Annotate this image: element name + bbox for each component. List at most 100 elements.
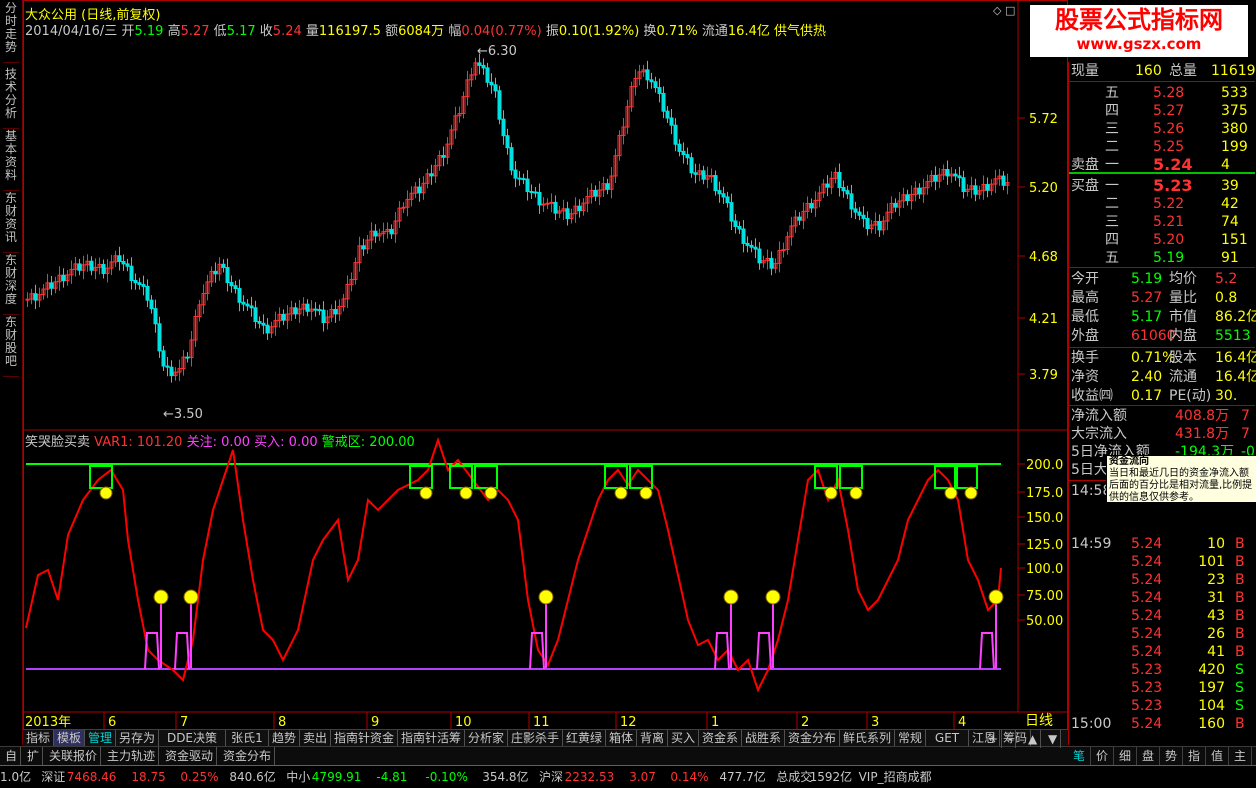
secondary-tab[interactable]: 资金驱动 bbox=[162, 747, 218, 765]
candle-body bbox=[605, 183, 610, 190]
indicator-tab[interactable]: GET bbox=[926, 730, 969, 746]
tick-row: 5.24 41 B bbox=[1069, 643, 1255, 661]
flow-row[interactable]: 大宗流入 431.8万 7 bbox=[1069, 425, 1255, 443]
stat-label: 收益㈣ bbox=[1071, 388, 1113, 404]
tab-depth[interactable]: 东财深度 bbox=[3, 254, 19, 315]
candlestick-chart[interactable]: 5.72 5.20 4.68 4.21 3.79 200.0 175.0 150.0 125.0… bbox=[23, 0, 1068, 742]
indicator-tab[interactable]: 张氏1 bbox=[226, 730, 269, 746]
price-axis-label: 3.79 bbox=[1029, 368, 1058, 383]
price-min-marker: ←3.50 bbox=[163, 407, 203, 422]
tick-volume: 160 bbox=[1198, 716, 1225, 732]
tick-row: 5.24 23 B bbox=[1069, 571, 1255, 589]
secondary-tab[interactable]: 资金分布 bbox=[220, 747, 276, 765]
candle-body bbox=[961, 177, 966, 192]
tick-volume: 23 bbox=[1207, 572, 1225, 588]
indicator-name[interactable]: 笑哭脸买卖 bbox=[25, 435, 90, 450]
bid-row[interactable]: 买盘一 5.23 39 bbox=[1069, 177, 1255, 195]
bid-volume: 91 bbox=[1221, 250, 1239, 266]
bid-level: 二 bbox=[1105, 196, 1119, 212]
smile-face-icon bbox=[183, 589, 199, 605]
bid-row[interactable]: 四 5.20 151 bbox=[1069, 231, 1255, 249]
turnover-value: 0.71% bbox=[656, 24, 698, 39]
scroll-button[interactable]: - bbox=[1005, 730, 1017, 748]
candle-body bbox=[505, 135, 510, 149]
smile-face-icon bbox=[765, 589, 781, 605]
indicator-tab[interactable]: DDE决策 bbox=[159, 730, 226, 746]
indicator-tab[interactable]: 资金系 bbox=[699, 730, 742, 746]
warning-signal bbox=[839, 465, 863, 489]
right-panel-tab[interactable]: 主 bbox=[1229, 747, 1252, 765]
flow-row[interactable]: 净流入额 408.8万 7 bbox=[1069, 407, 1255, 425]
diamond-icon[interactable]: ◇ bbox=[993, 4, 1001, 17]
indicator-tab[interactable]: 模板 bbox=[54, 730, 85, 746]
candle-body bbox=[165, 365, 170, 368]
right-panel-tab[interactable]: 笔 bbox=[1068, 747, 1091, 765]
indicator-tab[interactable]: 箱体 bbox=[606, 730, 637, 746]
bid-row[interactable]: 五 5.19 91 bbox=[1069, 249, 1255, 267]
tick-row: 5.24 43 B bbox=[1069, 607, 1255, 625]
ask-row[interactable]: 二 5.25 199 bbox=[1069, 138, 1255, 156]
right-panel-tab[interactable]: 细 bbox=[1114, 747, 1137, 765]
indicator-tab[interactable]: 指南针资金 bbox=[331, 730, 398, 746]
chart-area[interactable]: 5.72 5.20 4.68 4.21 3.79 200.0 175.0 150.0 125.0… bbox=[23, 0, 1068, 742]
ask-row[interactable]: 三 5.26 380 bbox=[1069, 120, 1255, 138]
indicator-tab[interactable]: 资金分布 bbox=[785, 730, 840, 746]
indicator-tab[interactable]: 背离 bbox=[637, 730, 668, 746]
secondary-tab[interactable]: 自 bbox=[2, 747, 22, 765]
scroll-button[interactable]: ▲ bbox=[1025, 730, 1042, 748]
tab-news[interactable]: 东财资讯 bbox=[3, 192, 19, 253]
secondary-tab[interactable]: 主力轨迹 bbox=[104, 747, 160, 765]
low-label: 低 bbox=[213, 24, 227, 39]
tab-fundamentals[interactable]: 基本资料 bbox=[3, 130, 19, 191]
tick-side: S bbox=[1235, 662, 1244, 678]
tab-intraday[interactable]: 分时走势 bbox=[3, 2, 19, 63]
secondary-tab[interactable]: 关联报价 bbox=[46, 747, 102, 765]
right-panel-tab[interactable]: 势 bbox=[1160, 747, 1183, 765]
indicator-tab[interactable]: 指标 bbox=[23, 730, 54, 746]
indicator-tab[interactable]: 买入 bbox=[668, 730, 699, 746]
indicator-tab[interactable]: 卖出 bbox=[300, 730, 331, 746]
indicator-tab[interactable]: 指南针活筹 bbox=[398, 730, 465, 746]
tab-technical[interactable]: 技术分析 bbox=[3, 68, 19, 129]
indicator-tab[interactable]: 鲜氏系列 bbox=[840, 730, 895, 746]
status-item: 7468.46 bbox=[66, 770, 117, 784]
maximize-icon[interactable]: □ bbox=[1005, 4, 1015, 17]
indicator-tab[interactable]: 庄影杀手 bbox=[508, 730, 563, 746]
indicator-tab[interactable]: 分析家 bbox=[465, 730, 508, 746]
right-panel-tab[interactable]: 值 bbox=[1206, 747, 1229, 765]
right-panel-tab[interactable]: 价 bbox=[1091, 747, 1114, 765]
tick-side: B bbox=[1235, 554, 1245, 570]
tick-side: B bbox=[1235, 590, 1245, 606]
indicator-axis-label: 50.00 bbox=[1026, 614, 1063, 629]
tab-forum[interactable]: 东财股吧 bbox=[3, 316, 19, 377]
status-item: -4.81 bbox=[376, 770, 408, 784]
right-panel-tab[interactable]: 盘 bbox=[1137, 747, 1160, 765]
right-panel-tab[interactable]: 指 bbox=[1183, 747, 1206, 765]
xaxis-month: 2 bbox=[801, 715, 809, 730]
bid-row[interactable]: 三 5.21 74 bbox=[1069, 213, 1255, 231]
candle-body bbox=[825, 183, 830, 188]
price-axis-label: 5.20 bbox=[1029, 181, 1058, 196]
indicator-tab[interactable]: 另存为 bbox=[116, 730, 159, 746]
cry-face-icon bbox=[824, 486, 838, 500]
indicator-tab[interactable]: 战胜系 bbox=[742, 730, 785, 746]
status-item: 2232.53 bbox=[564, 770, 615, 784]
candle-body bbox=[945, 169, 950, 177]
candle-body bbox=[517, 177, 522, 180]
xaxis-month: 9 bbox=[371, 715, 379, 730]
bid-row[interactable]: 二 5.22 42 bbox=[1069, 195, 1255, 213]
ask-row[interactable]: 五 5.28 533 bbox=[1069, 84, 1255, 102]
indicator-tab[interactable]: 常规 bbox=[895, 730, 926, 746]
candle-body bbox=[661, 92, 666, 112]
tick-price: 5.24 bbox=[1131, 608, 1163, 624]
indicator-tab[interactable]: 趋势 bbox=[269, 730, 300, 746]
scroll-button[interactable]: + bbox=[985, 730, 1003, 748]
scroll-button[interactable]: ▼ bbox=[1045, 730, 1062, 748]
ask-row[interactable]: 四 5.27 375 bbox=[1069, 102, 1255, 120]
stat-row: 今开 5.19 均价 5.2 bbox=[1069, 270, 1255, 288]
secondary-tab[interactable]: 扩 bbox=[24, 747, 44, 765]
stat-value: 30. bbox=[1215, 388, 1238, 404]
indicator-tab[interactable]: 管理 bbox=[85, 730, 116, 746]
indicator-tab[interactable]: 红黄绿 bbox=[563, 730, 606, 746]
stat-value: 16.4亿 bbox=[1215, 350, 1256, 366]
